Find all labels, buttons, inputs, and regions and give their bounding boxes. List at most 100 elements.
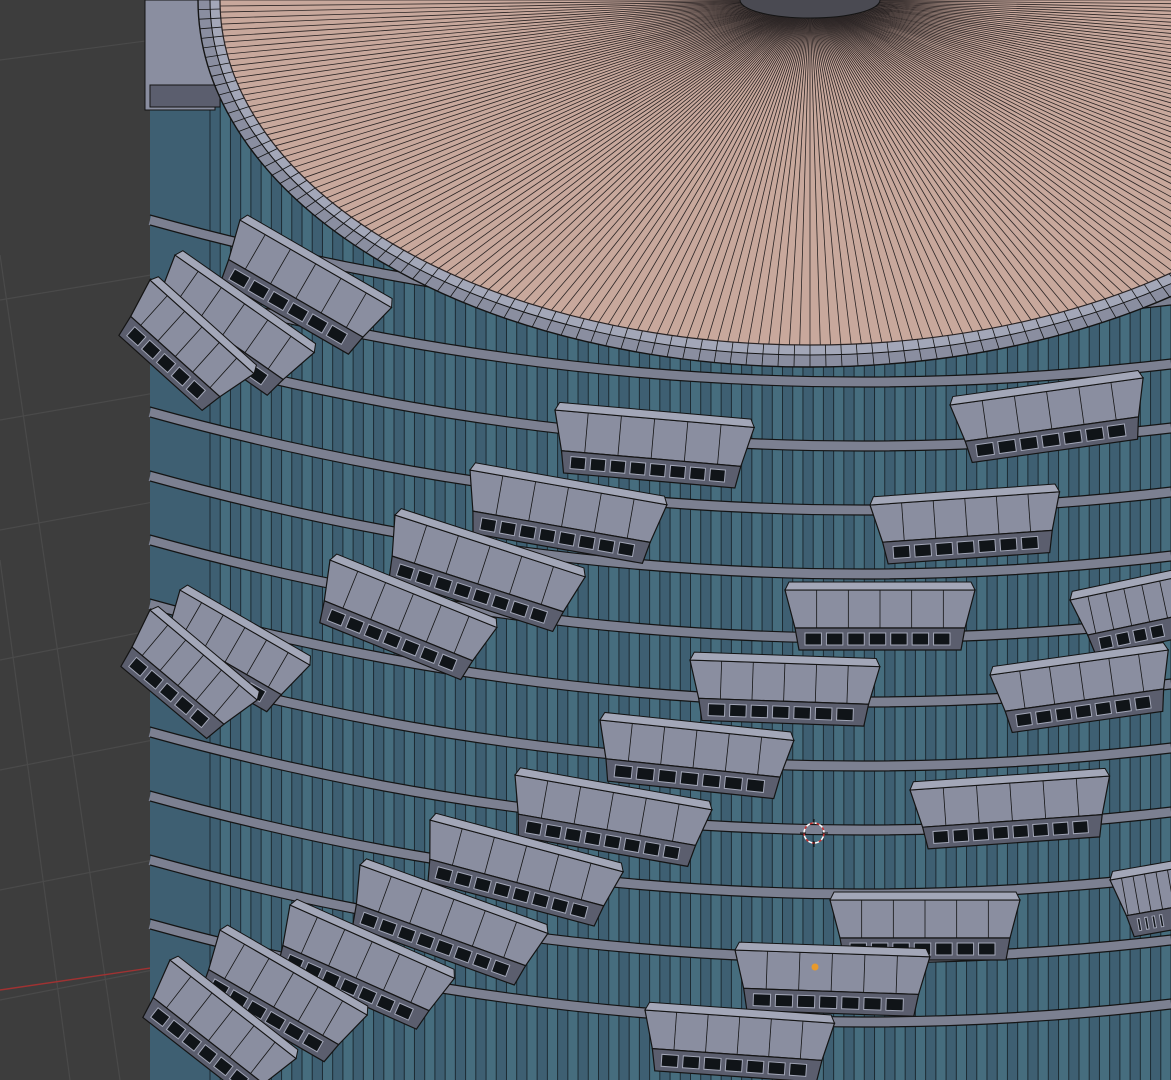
balcony-window — [1084, 426, 1105, 442]
balcony-window — [767, 1061, 786, 1076]
balcony-window — [703, 1056, 722, 1071]
glass-panel — [210, 60, 221, 1080]
3d-viewport[interactable] — [0, 0, 1171, 1080]
balcony — [734, 941, 931, 1017]
balcony — [869, 483, 1061, 565]
balcony-window — [669, 464, 687, 480]
balcony-window — [589, 457, 607, 473]
balcony-window — [649, 463, 667, 478]
balcony-window — [999, 537, 1018, 552]
balcony-window — [1054, 706, 1073, 722]
balcony-window — [1019, 435, 1039, 452]
balcony-window — [558, 531, 577, 547]
balcony-window — [688, 466, 707, 481]
balcony-window — [1012, 824, 1030, 839]
balcony — [644, 1001, 836, 1080]
balcony-window — [642, 841, 661, 857]
balcony-window — [992, 825, 1010, 840]
balcony-window — [728, 703, 747, 718]
balcony-window — [892, 544, 911, 560]
balcony-window — [771, 705, 790, 719]
balcony-window — [1020, 535, 1039, 551]
balcony-window — [583, 830, 602, 847]
balcony-window — [609, 459, 627, 474]
grid-line — [0, 559, 71, 1080]
balcony-window — [1134, 695, 1152, 711]
object-origin-icon — [811, 963, 819, 971]
balcony-window — [681, 1055, 701, 1070]
balcony-window — [1115, 631, 1131, 647]
balcony-window — [788, 1062, 808, 1077]
balcony-window — [1132, 627, 1149, 643]
grid-line — [0, 254, 121, 1080]
balcony-window — [660, 1053, 679, 1068]
balcony-window — [597, 538, 616, 554]
balcony-window — [613, 764, 633, 780]
balcony-window — [524, 820, 543, 836]
balcony-window — [1041, 432, 1061, 449]
balcony-window — [708, 468, 726, 483]
balcony-window — [746, 1059, 765, 1074]
balcony-window — [724, 1058, 744, 1073]
balcony-window — [818, 995, 838, 1010]
balcony-window — [885, 997, 904, 1012]
balcony-window — [935, 942, 953, 956]
balcony-window — [956, 540, 975, 555]
balcony-window — [975, 441, 996, 458]
balcony-window — [997, 438, 1017, 455]
viewport-scene[interactable] — [0, 0, 1171, 1080]
balcony-rail — [829, 891, 1021, 901]
balcony-window — [836, 707, 854, 722]
balcony-window — [752, 993, 772, 1007]
balcony-window — [745, 778, 766, 794]
balcony-window — [911, 632, 930, 646]
balcony-window — [1114, 698, 1132, 714]
balcony-window — [977, 538, 997, 554]
balcony-window — [635, 766, 656, 782]
balcony-window — [952, 828, 970, 843]
balcony-rail — [784, 581, 976, 591]
balcony-window — [518, 524, 537, 540]
balcony-window — [1097, 634, 1114, 651]
balcony-window — [723, 775, 744, 791]
balcony-window — [1074, 703, 1093, 719]
balcony-window — [544, 823, 563, 840]
balcony-window — [956, 942, 975, 956]
balcony-window — [1106, 423, 1127, 439]
balcony-window — [932, 829, 950, 845]
balcony-window — [657, 768, 678, 784]
balcony-window — [890, 632, 908, 646]
balcony-window — [1015, 712, 1033, 728]
balcony-window — [793, 706, 812, 720]
balcony-window — [933, 632, 951, 646]
balcony-window — [569, 456, 587, 471]
balcony-window — [617, 541, 636, 558]
balcony-window — [814, 706, 833, 721]
balcony — [689, 651, 881, 727]
balcony-window — [498, 520, 517, 537]
balcony-window — [623, 837, 642, 854]
balcony-window — [707, 703, 726, 717]
balcony-window — [479, 517, 498, 533]
balcony-window — [847, 632, 865, 646]
balcony-window — [804, 632, 822, 646]
balcony-window — [825, 632, 844, 646]
balcony — [784, 581, 976, 651]
balcony-window — [774, 993, 794, 1008]
balcony-window — [972, 827, 990, 842]
balcony-window — [1052, 821, 1069, 836]
balcony-window — [750, 704, 769, 719]
balcony-window — [701, 773, 722, 789]
balcony-window — [679, 771, 700, 787]
balcony-window — [868, 632, 887, 646]
balcony-window — [603, 834, 622, 850]
balcony-window — [1072, 820, 1089, 835]
balcony-window — [796, 994, 816, 1009]
balcony-window — [662, 844, 681, 861]
balcony-window — [538, 527, 557, 544]
balcony-window — [563, 827, 582, 843]
balcony-window — [913, 543, 933, 558]
balcony-window — [1032, 822, 1050, 838]
balcony-window — [1094, 701, 1113, 717]
balcony-window — [1149, 623, 1166, 640]
